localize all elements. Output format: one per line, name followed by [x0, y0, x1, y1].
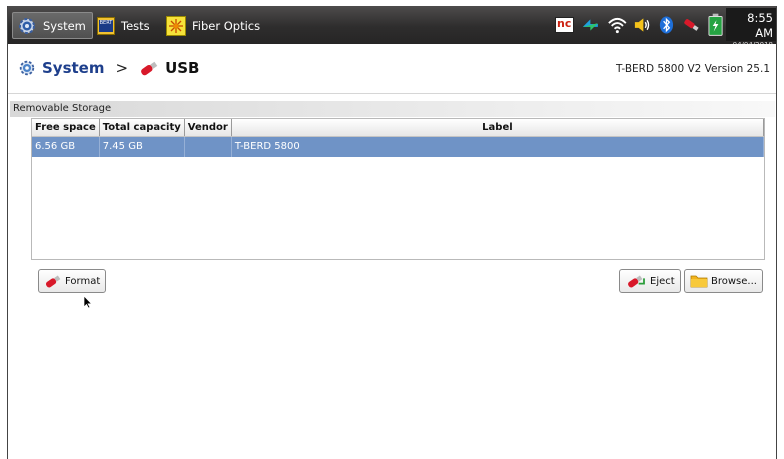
storage-table[interactable]: Free space Total capacity Vendor Label 6…: [31, 118, 765, 260]
usb-icon[interactable]: [681, 15, 702, 35]
format-button[interactable]: Format: [38, 269, 107, 293]
eject-button-label: Eject: [650, 275, 675, 287]
bluetooth-icon[interactable]: [658, 15, 675, 35]
cell-total-capacity: 7.45 GB: [99, 136, 185, 157]
app-window: System BERT Tests Fiber Optics nc 8:55 A…: [7, 6, 777, 459]
fiber-optics-icon: [166, 15, 186, 36]
tab-tests[interactable]: BERT Tests: [97, 12, 150, 39]
folder-icon: [690, 275, 708, 288]
nc-icon-text: nc: [557, 17, 572, 30]
breadcrumb-system[interactable]: System: [42, 59, 104, 77]
gear-icon: [19, 17, 35, 34]
tab-system-label: System: [43, 18, 86, 33]
wifi-icon[interactable]: [607, 15, 628, 35]
title-bar: System > USB T-BERD 5800 V2 Version 25.1: [8, 44, 776, 94]
clock-time: 8:55 AM: [747, 11, 773, 40]
page-title: USB: [165, 59, 200, 77]
eject-button[interactable]: Eject: [619, 269, 681, 293]
browse-button[interactable]: Browse...: [684, 269, 763, 293]
taskbar: System BERT Tests Fiber Optics nc 8:55 A…: [8, 6, 776, 49]
usb-icon: [141, 61, 158, 76]
breadcrumb: System > USB: [18, 59, 199, 77]
bert-icon: BERT: [97, 16, 115, 35]
table-row[interactable]: 6.56 GB 7.45 GB T-BERD 5800: [32, 136, 765, 157]
tab-system[interactable]: System: [12, 12, 93, 39]
breadcrumb-separator: >: [115, 59, 129, 77]
browse-button-label: Browse...: [711, 275, 757, 287]
speaker-icon[interactable]: [633, 15, 652, 35]
removable-storage-label: Removable Storage: [10, 101, 775, 117]
version-label: T-BERD 5800 V2 Version 25.1: [615, 63, 770, 75]
bert-icon-text: BERT: [99, 19, 113, 32]
usb-icon: [45, 275, 61, 288]
column-vendor[interactable]: Vendor: [184, 119, 232, 137]
battery-icon[interactable]: [708, 13, 723, 37]
tab-fiber-optics-label: Fiber Optics: [192, 18, 261, 33]
column-label[interactable]: Label: [231, 119, 765, 137]
format-button-label: Format: [65, 275, 101, 287]
tab-fiber-optics[interactable]: Fiber Optics: [166, 12, 260, 39]
clock[interactable]: 8:55 AM 04/04/2018: [726, 8, 776, 49]
column-total-capacity[interactable]: Total capacity: [99, 119, 185, 137]
tab-tests-label: Tests: [121, 18, 150, 33]
status-area: nc: [549, 9, 723, 41]
table-header: Free space Total capacity Vendor Label: [32, 119, 765, 137]
gear-icon: [19, 60, 35, 76]
cell-vendor: [184, 136, 232, 157]
nc-icon[interactable]: nc: [555, 17, 574, 33]
network-icon[interactable]: [580, 15, 601, 35]
cell-free-space: 6.56 GB: [32, 136, 100, 157]
mouse-cursor-icon: [83, 295, 93, 309]
cell-label: T-BERD 5800: [231, 136, 765, 157]
eject-usb-icon: [628, 275, 645, 288]
column-free-space[interactable]: Free space: [32, 119, 100, 137]
